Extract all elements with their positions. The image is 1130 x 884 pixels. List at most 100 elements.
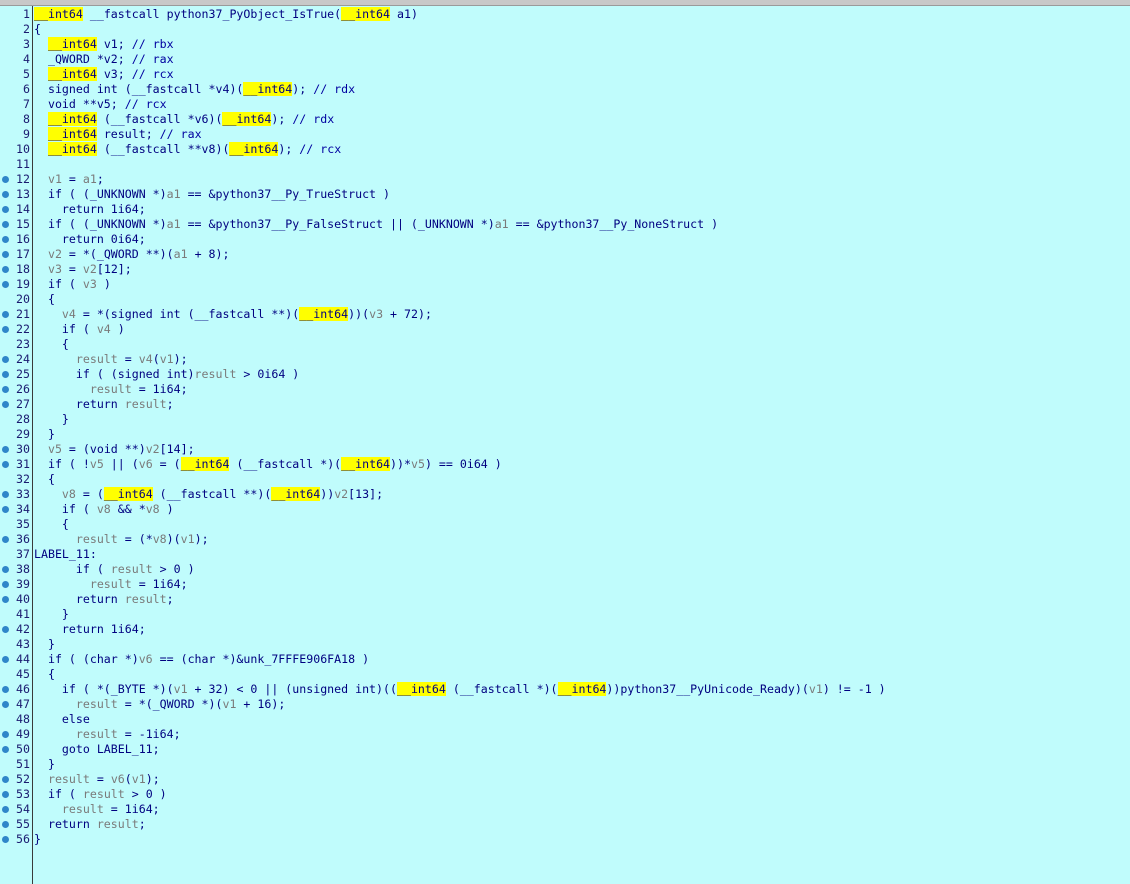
code-line[interactable]: 47 result = *(_QWORD *)(v1 + 16); [0, 697, 1130, 712]
code-text[interactable]: if ( (_UNKNOWN *)a1 == &python37__Py_Tru… [34, 187, 390, 202]
code-text[interactable]: { [34, 292, 55, 307]
code-line[interactable]: 42 return 1i64; [0, 622, 1130, 637]
code-text[interactable]: else [34, 712, 90, 727]
code-text[interactable]: v3 = v2[12]; [34, 262, 132, 277]
code-text[interactable]: result = -1i64; [34, 727, 181, 742]
code-line[interactable]: 9 __int64 result; // rax [0, 127, 1130, 142]
code-line[interactable]: 2{ [0, 22, 1130, 37]
code-line[interactable]: 32 { [0, 472, 1130, 487]
code-text[interactable]: return 0i64; [34, 232, 146, 247]
code-text[interactable]: result = (*v8)(v1); [34, 532, 209, 547]
code-line[interactable]: 23 { [0, 337, 1130, 352]
code-line[interactable]: 19 if ( v3 ) [0, 277, 1130, 292]
code-text[interactable]: v8 = (__int64 (__fastcall **)(__int64))v… [34, 487, 383, 502]
code-line[interactable]: 31 if ( !v5 || (v6 = (__int64 (__fastcal… [0, 457, 1130, 472]
code-line[interactable]: 26 result = 1i64; [0, 382, 1130, 397]
code-text[interactable]: v5 = (void **)v2[14]; [34, 442, 195, 457]
code-line[interactable]: 12 v1 = a1; [0, 172, 1130, 187]
code-line[interactable]: 7 void **v5; // rcx [0, 97, 1130, 112]
code-line[interactable]: 54 result = 1i64; [0, 802, 1130, 817]
code-line[interactable]: 15 if ( (_UNKNOWN *)a1 == &python37__Py_… [0, 217, 1130, 232]
code-text[interactable]: v1 = a1; [34, 172, 104, 187]
code-text[interactable]: if ( v8 && *v8 ) [34, 502, 174, 517]
code-line[interactable]: 16 return 0i64; [0, 232, 1130, 247]
code-text[interactable]: { [34, 667, 55, 682]
code-text[interactable]: if ( *(_BYTE *)(v1 + 32) < 0 || (unsigne… [34, 682, 886, 697]
pseudocode-view[interactable]: 1 __int64 __fastcall python37_PyObject_Is… [0, 7, 1130, 847]
code-text[interactable]: result = *(_QWORD *)(v1 + 16); [34, 697, 285, 712]
code-line[interactable]: 27 return result; [0, 397, 1130, 412]
code-line[interactable]: 13 if ( (_UNKNOWN *)a1 == &python37__Py_… [0, 187, 1130, 202]
code-text[interactable]: result = 1i64; [34, 382, 188, 397]
code-text[interactable]: { [34, 337, 69, 352]
code-text[interactable]: if ( !v5 || (v6 = (__int64 (__fastcall *… [34, 457, 502, 472]
code-line[interactable]: 14 return 1i64; [0, 202, 1130, 217]
code-line[interactable]: 28 } [0, 412, 1130, 427]
code-line[interactable]: 44 if ( (char *)v6 == (char *)&unk_7FFFE… [0, 652, 1130, 667]
code-text[interactable]: } [34, 607, 69, 622]
code-text[interactable]: __int64 v3; // rcx [34, 67, 174, 82]
code-line[interactable]: 35 { [0, 517, 1130, 532]
code-line[interactable]: 38 if ( result > 0 ) [0, 562, 1130, 577]
code-text[interactable]: void **v5; // rcx [34, 97, 167, 112]
code-text[interactable]: return 1i64; [34, 622, 146, 637]
code-text[interactable]: goto LABEL_11; [34, 742, 160, 757]
code-line[interactable]: 50 goto LABEL_11; [0, 742, 1130, 757]
code-text[interactable]: v2 = *(_QWORD **)(a1 + 8); [34, 247, 230, 262]
code-text[interactable]: return result; [34, 397, 174, 412]
code-text[interactable]: { [34, 22, 41, 37]
code-text[interactable]: } [34, 412, 69, 427]
code-line[interactable]: 37 LABEL_11: [0, 547, 1130, 562]
code-line[interactable]: 21 v4 = *(signed int (__fastcall **)(__i… [0, 307, 1130, 322]
code-line[interactable]: 11 [0, 157, 1130, 172]
code-text[interactable]: __int64 v1; // rbx [34, 37, 174, 52]
code-text[interactable]: if ( result > 0 ) [34, 562, 195, 577]
code-line[interactable]: 39 result = 1i64; [0, 577, 1130, 592]
code-text[interactable]: if ( result > 0 ) [34, 787, 167, 802]
code-line[interactable]: 45 { [0, 667, 1130, 682]
code-line[interactable]: 25 if ( (signed int)result > 0i64 ) [0, 367, 1130, 382]
code-line[interactable]: 29 } [0, 427, 1130, 442]
code-line[interactable]: 20 { [0, 292, 1130, 307]
code-text[interactable]: if ( v3 ) [34, 277, 111, 292]
code-line[interactable]: 49 result = -1i64; [0, 727, 1130, 742]
code-text[interactable]: if ( v4 ) [34, 322, 125, 337]
code-line[interactable]: 10 __int64 (__fastcall **v8)(__int64); /… [0, 142, 1130, 157]
code-text[interactable]: return result; [34, 817, 146, 832]
code-text[interactable]: __int64 (__fastcall **v8)(__int64); // r… [34, 142, 341, 157]
code-text[interactable]: _QWORD *v2; // rax [34, 52, 174, 67]
code-line[interactable]: 43 } [0, 637, 1130, 652]
code-line[interactable]: 52 result = v6(v1); [0, 772, 1130, 787]
code-text[interactable]: } [34, 637, 55, 652]
code-text[interactable]: result = 1i64; [34, 802, 160, 817]
code-text[interactable]: __int64 __fastcall python37_PyObject_IsT… [34, 7, 418, 22]
code-line[interactable]: 17 v2 = *(_QWORD **)(a1 + 8); [0, 247, 1130, 262]
code-text[interactable]: } [34, 757, 55, 772]
code-line[interactable]: 18 v3 = v2[12]; [0, 262, 1130, 277]
code-text[interactable]: { [34, 472, 55, 487]
code-line[interactable]: 4 _QWORD *v2; // rax [0, 52, 1130, 67]
code-text[interactable]: } [34, 427, 55, 442]
code-line[interactable]: 1 __int64 __fastcall python37_PyObject_Is… [0, 7, 1130, 22]
code-text[interactable]: result = v6(v1); [34, 772, 160, 787]
code-text[interactable]: signed int (__fastcall *v4)(__int64); //… [34, 82, 355, 97]
code-line[interactable]: 24 result = v4(v1); [0, 352, 1130, 367]
code-line[interactable]: 22 if ( v4 ) [0, 322, 1130, 337]
code-text[interactable]: LABEL_11: [34, 547, 97, 562]
code-text[interactable]: if ( (char *)v6 == (char *)&unk_7FFFE906… [34, 652, 369, 667]
code-line[interactable]: 36 result = (*v8)(v1); [0, 532, 1130, 547]
code-text[interactable]: return 1i64; [34, 202, 146, 217]
code-line[interactable]: 3 __int64 v1; // rbx [0, 37, 1130, 52]
code-line[interactable]: 53 if ( result > 0 ) [0, 787, 1130, 802]
code-text[interactable]: result = 1i64; [34, 577, 188, 592]
code-line[interactable]: 46 if ( *(_BYTE *)(v1 + 32) < 0 || (unsi… [0, 682, 1130, 697]
code-text[interactable]: { [34, 517, 69, 532]
code-text[interactable]: __int64 result; // rax [34, 127, 202, 142]
code-line[interactable]: 33 v8 = (__int64 (__fastcall **)(__int64… [0, 487, 1130, 502]
code-text[interactable]: __int64 (__fastcall *v6)(__int64); // rd… [34, 112, 334, 127]
code-line[interactable]: 5 __int64 v3; // rcx [0, 67, 1130, 82]
code-line[interactable]: 48 else [0, 712, 1130, 727]
code-text[interactable]: if ( (_UNKNOWN *)a1 == &python37__Py_Fal… [34, 217, 718, 232]
code-text[interactable]: return result; [34, 592, 174, 607]
code-line[interactable]: 6 signed int (__fastcall *v4)(__int64); … [0, 82, 1130, 97]
